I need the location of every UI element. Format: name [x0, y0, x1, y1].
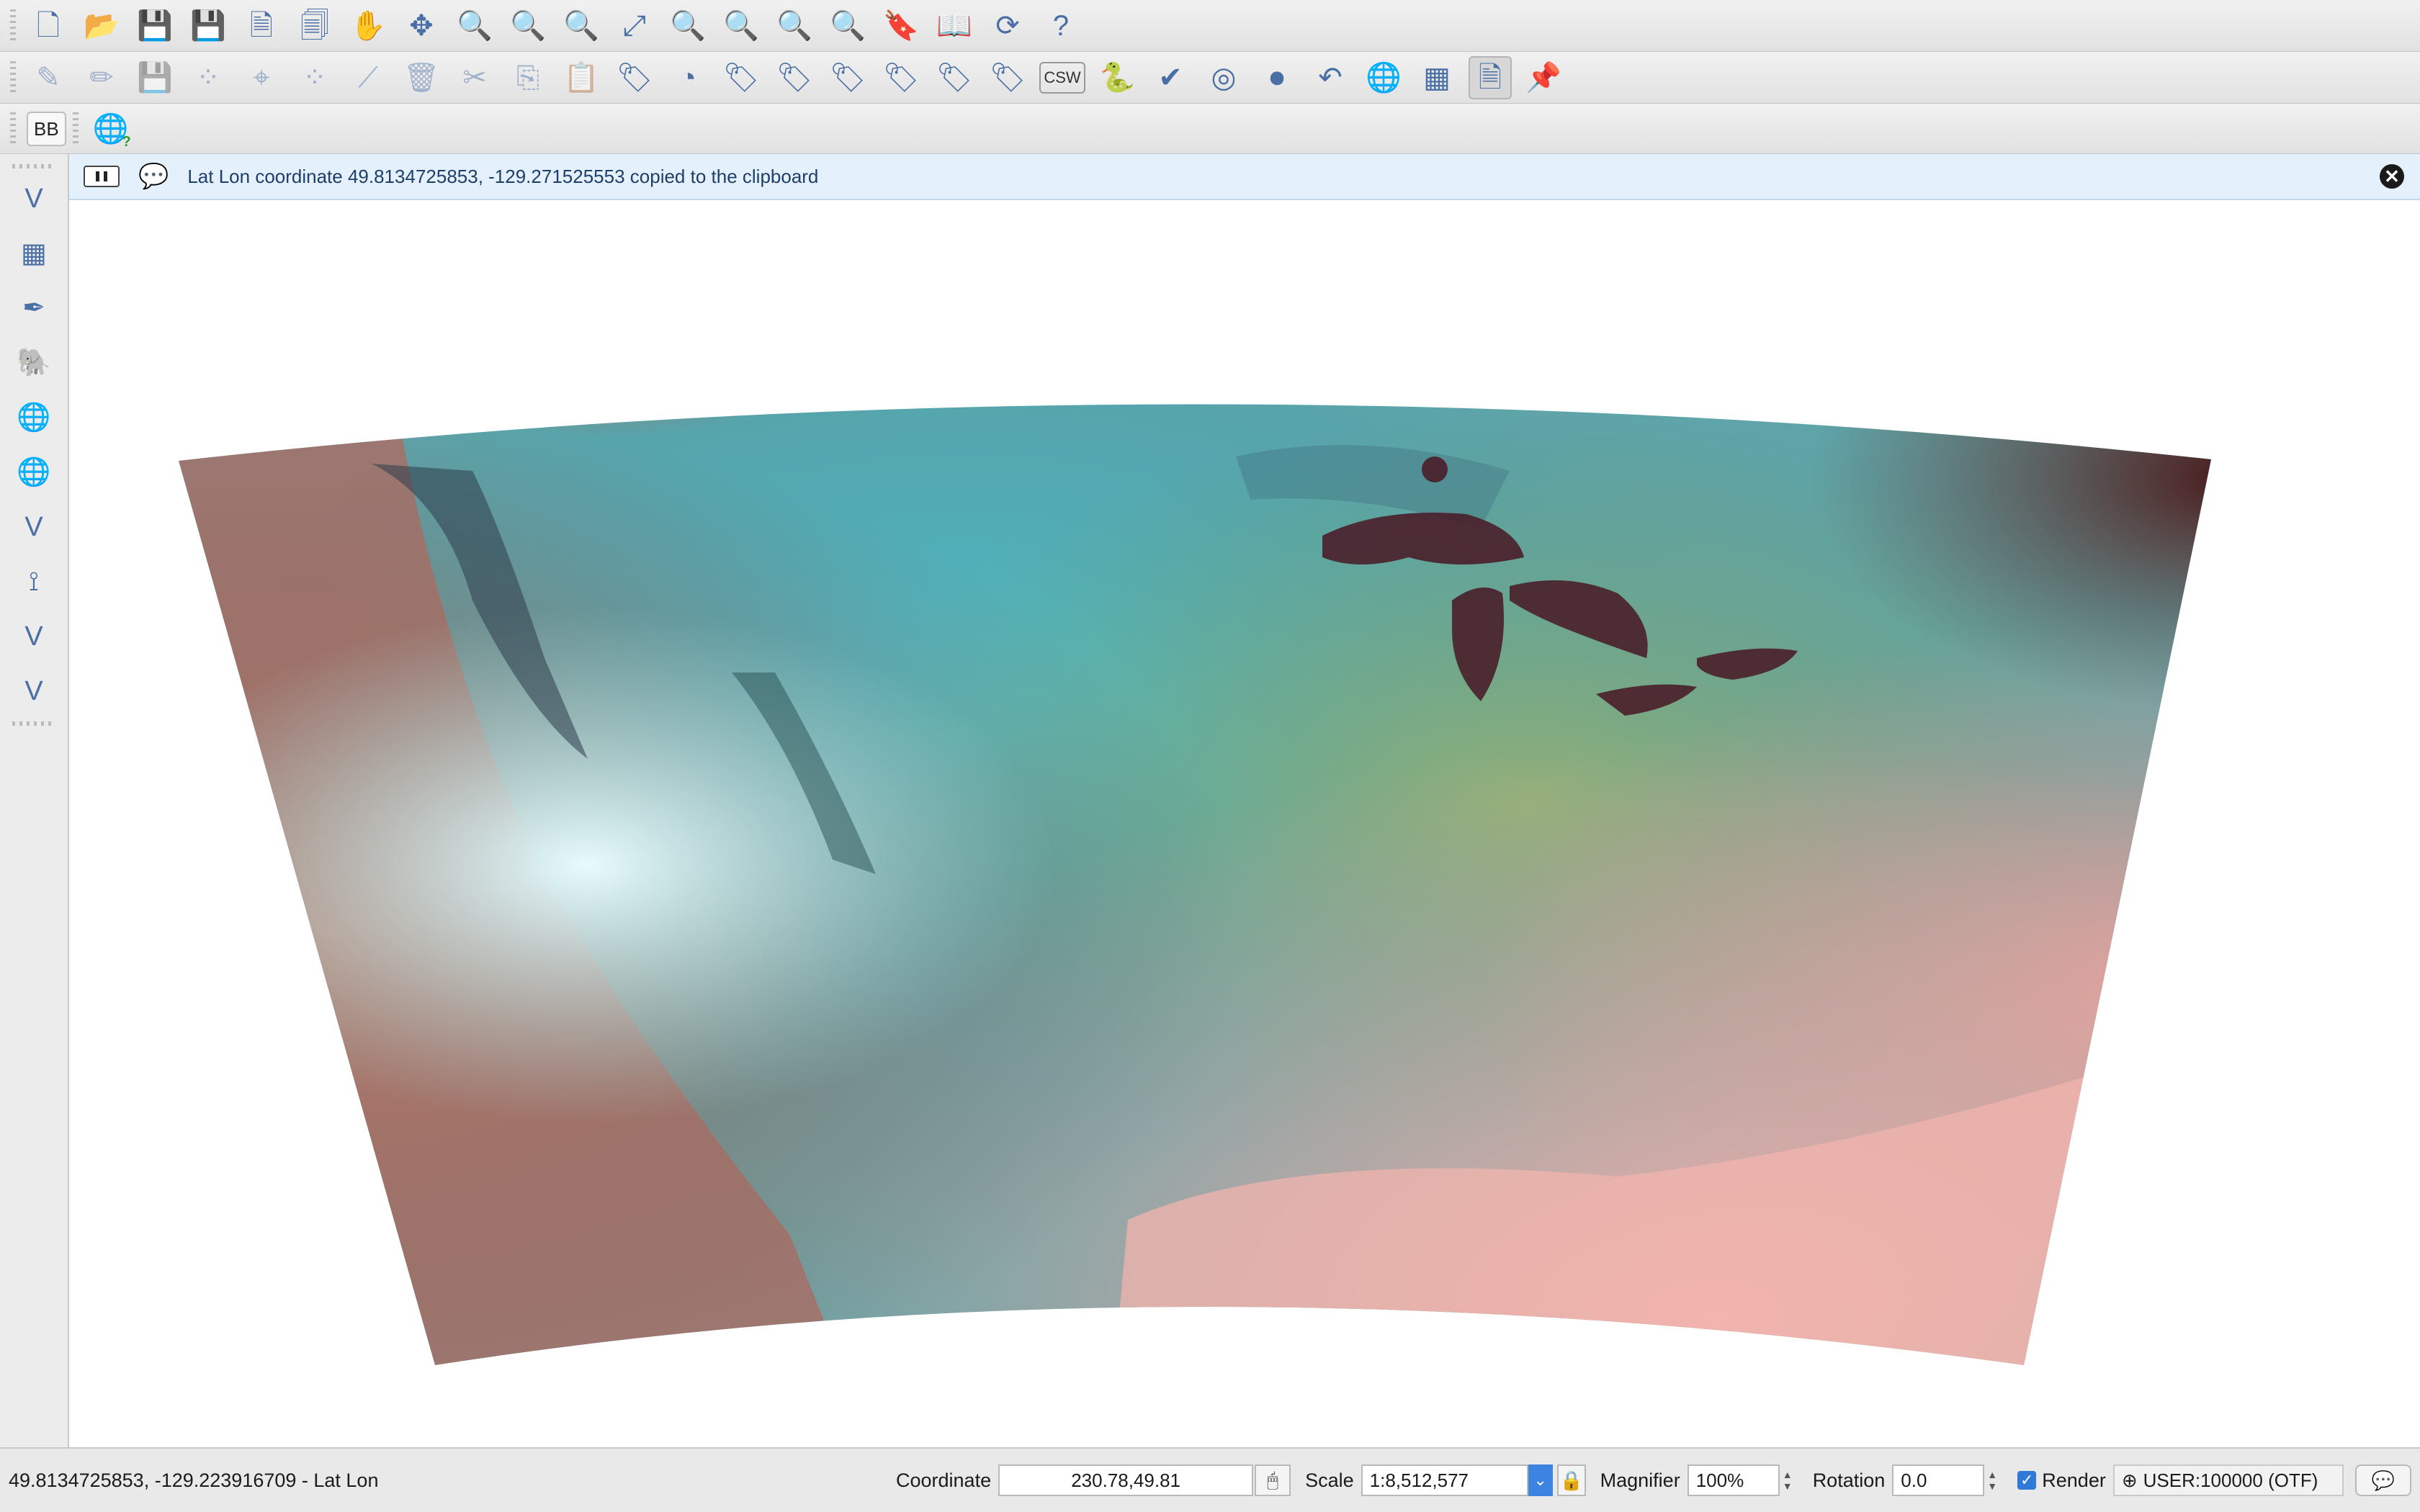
- zoom-next-icon[interactable]: 🔍: [826, 4, 869, 48]
- add-gpx-layer-icon[interactable]: ⟟: [11, 560, 57, 603]
- bb-button[interactable]: BB: [27, 111, 66, 146]
- render-label: Render: [2042, 1469, 2106, 1491]
- zoom-to-selection-icon[interactable]: 🔍: [666, 4, 709, 48]
- move-feature-icon[interactable]: ⌖: [240, 56, 283, 99]
- python-console-icon[interactable]: 🐍: [1095, 56, 1139, 99]
- save-project-icon[interactable]: 💾: [133, 4, 176, 48]
- current-edits-icon[interactable]: ✎: [27, 56, 70, 99]
- paste-features-icon[interactable]: 📋: [560, 56, 603, 99]
- refresh-icon[interactable]: ⟳: [986, 4, 1029, 48]
- close-message-button[interactable]: ✕: [2380, 164, 2404, 189]
- change-label-icon[interactable]: 🏷: [986, 56, 1029, 99]
- magnifier-label: Magnifier: [1600, 1469, 1680, 1491]
- new-project-icon[interactable]: 🗋: [27, 4, 70, 48]
- render-checkbox[interactable]: ✓: [2017, 1471, 2037, 1490]
- add-wcs-layer-icon[interactable]: 🌐: [11, 451, 57, 494]
- magnifier-spinner[interactable]: ▲ ▼: [1783, 1464, 1794, 1496]
- add-wfs-layer-icon[interactable]: V: [11, 505, 57, 549]
- toolbar-grip[interactable]: [10, 112, 16, 145]
- move-label-icon[interactable]: 🏷: [879, 56, 923, 99]
- help-icon[interactable]: ?: [1039, 4, 1083, 48]
- add-vector-layer-icon[interactable]: V: [11, 177, 57, 220]
- toolbar-grip[interactable]: [10, 60, 16, 94]
- satellite-raster-layer: [179, 404, 2211, 1365]
- layer-labeling-icon[interactable]: 🏷: [613, 56, 656, 99]
- map-canvas[interactable]: 💬 Lat Lon coordinate 49.8134725853, -129…: [69, 154, 2420, 1447]
- pan-map-icon[interactable]: ✋: [346, 4, 390, 48]
- message-bar: 💬 Lat Lon coordinate 49.8134725853, -129…: [69, 154, 2420, 200]
- show-bookmarks-icon[interactable]: 📖: [933, 4, 976, 48]
- save-layer-edits-icon[interactable]: 💾: [133, 56, 176, 99]
- rotation-field[interactable]: 0.0: [1892, 1464, 1985, 1496]
- coordinate-label: Coordinate: [896, 1469, 992, 1491]
- add-virtual-layer-icon[interactable]: V: [11, 615, 57, 658]
- add-raster-layer-icon[interactable]: ▦: [11, 232, 57, 275]
- toggle-editing-icon[interactable]: ✏: [80, 56, 123, 99]
- zoom-full-icon[interactable]: ⤢: [613, 4, 656, 48]
- toolbar-grip[interactable]: [72, 112, 79, 145]
- message-text: Lat Lon coordinate 49.8134725853, -129.2…: [187, 165, 819, 187]
- coordinate-field[interactable]: 230.78,49.81: [998, 1464, 1254, 1496]
- manage-layers-toolbar: V ▦ ✒ 🐘 🌐 🌐 V ⟟ V V: [0, 154, 69, 1447]
- grid-plugin-icon[interactable]: ▦: [1415, 56, 1458, 99]
- lock-scale-icon[interactable]: 🔒: [1556, 1464, 1586, 1496]
- new-bookmark-icon[interactable]: 🔖: [879, 4, 923, 48]
- status-bar: 49.8134725853, -129.223916709 - Lat Lon …: [0, 1447, 2420, 1512]
- add-delimited-text-icon[interactable]: ✒: [11, 287, 57, 330]
- delete-selected-icon[interactable]: 🗑: [400, 56, 443, 99]
- add-postgis-layer-icon[interactable]: 🐘: [11, 341, 57, 384]
- geocode-globe-icon[interactable]: 🌐?: [89, 107, 133, 150]
- plugin-toolbar: BB 🌐?: [0, 104, 2420, 154]
- pause-countdown-button[interactable]: [84, 166, 120, 187]
- coordinate-readout: 49.8134725853, -129.223916709 - Lat Lon: [9, 1469, 379, 1491]
- scale-label: Scale: [1305, 1469, 1354, 1491]
- zoom-last-icon[interactable]: 🔍: [773, 4, 816, 48]
- record-icon[interactable]: ⏺: [1255, 56, 1299, 99]
- open-project-icon[interactable]: 📂: [80, 4, 123, 48]
- scale-combobox[interactable]: 1:8,512,577: [1361, 1464, 1528, 1496]
- crs-icon: ⊕: [2121, 1469, 2138, 1491]
- zoom-in-icon[interactable]: 🔍: [453, 4, 496, 48]
- message-info-icon: 💬: [138, 163, 169, 190]
- layer-diagram-icon[interactable]: ◔: [666, 56, 709, 99]
- magnifier-field[interactable]: 100%: [1687, 1464, 1780, 1496]
- zoom-out-icon[interactable]: 🔍: [506, 4, 550, 48]
- toolbar-grip[interactable]: [12, 164, 55, 168]
- pan-to-selection-icon[interactable]: ✥: [400, 4, 443, 48]
- csw-icon[interactable]: CSW: [1039, 61, 1085, 94]
- rotate-label-icon[interactable]: 🏷: [933, 56, 976, 99]
- add-feature-icon[interactable]: ⁘: [187, 56, 230, 99]
- highlight-pinned-labels-icon[interactable]: 🏷: [773, 56, 816, 99]
- globe-icon[interactable]: 🌐: [1362, 56, 1405, 99]
- editing-plugins-toolbar: ✎ ✏ 💾 ⁘ ⌖ ⁘ ⟋ 🗑 ✂ ⎘ 📋 🏷 ◔ 🏷 🏷 🏷 🏷 🏷 🏷 CSW 🐍 ✔ ◎ ⏺ ↶ 🌐 ▦ 🗎 📌: [0, 52, 2420, 104]
- composer-manager-icon[interactable]: 🗐: [293, 4, 336, 48]
- copy-features-icon[interactable]: ⎘: [506, 56, 550, 99]
- rotation-label: Rotation: [1812, 1469, 1886, 1491]
- pin-map-icon[interactable]: 📌: [1522, 56, 1565, 99]
- undo-icon[interactable]: ↶: [1309, 56, 1352, 99]
- toggle-extents-icon[interactable]: 🖱: [1255, 1464, 1291, 1496]
- save-as-icon[interactable]: 💾: [187, 4, 230, 48]
- toolbar-grip[interactable]: [10, 9, 16, 42]
- cut-features-icon[interactable]: ✂: [453, 56, 496, 99]
- file-navigation-toolbar: 🗋 📂 💾 💾 🗎 🗐 ✋ ✥ 🔍 🔍 🔍 ⤢ 🔍 🔍 🔍 🔍 🔖 📖 ⟳?: [0, 0, 2420, 52]
- toolbar-grip[interactable]: [12, 721, 55, 726]
- validate-icon[interactable]: ✔: [1149, 56, 1192, 99]
- zoom-native-resolution-icon[interactable]: 🔍: [560, 4, 603, 48]
- node-tool-icon[interactable]: ⁘: [293, 56, 336, 99]
- new-shapefile-layer-icon[interactable]: V: [11, 670, 57, 713]
- add-wms-layer-icon[interactable]: 🌐: [11, 396, 57, 439]
- print-layout-icon[interactable]: 🗎: [1469, 55, 1512, 99]
- zoom-to-layer-icon[interactable]: 🔍: [720, 4, 763, 48]
- rotation-spinner[interactable]: ▲ ▼: [1987, 1464, 1999, 1496]
- pin-labels-icon[interactable]: 🏷: [720, 56, 763, 99]
- messages-icon[interactable]: 💬: [2354, 1464, 2411, 1496]
- node-edit-icon[interactable]: ⟋: [346, 56, 390, 99]
- crs-status-button[interactable]: ⊕ USER:100000 (OTF): [2112, 1464, 2344, 1496]
- show-hide-labels-icon[interactable]: 🏷: [826, 56, 869, 99]
- target-icon[interactable]: ◎: [1202, 56, 1245, 99]
- chevron-down-icon[interactable]: ⌄: [1528, 1464, 1553, 1496]
- new-print-composer-icon[interactable]: 🗎: [240, 4, 283, 48]
- crs-label: USER:100000 (OTF): [2143, 1469, 2318, 1491]
